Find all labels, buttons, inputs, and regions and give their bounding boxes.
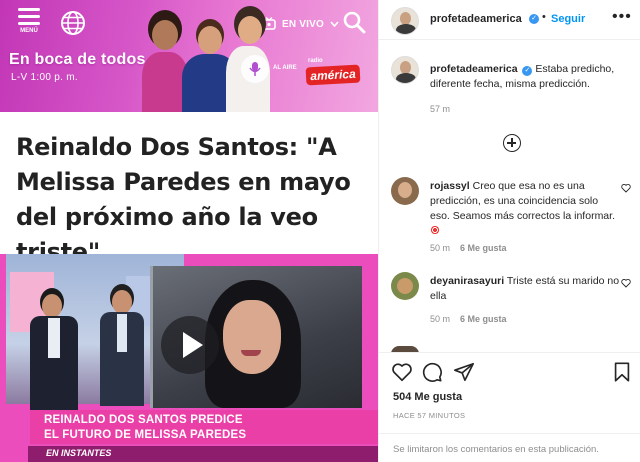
- article-headline: Reinaldo Dos Santos: "A Melissa Paredes …: [16, 133, 351, 266]
- author-username[interactable]: profetadeamerica: [430, 13, 522, 25]
- share-paper-plane-icon[interactable]: [453, 361, 475, 383]
- verified-badge-icon: ✓: [529, 14, 539, 24]
- caption-avatar[interactable]: [391, 56, 419, 84]
- post-caption: profetadeamerica ✓ Estaba predicho, dife…: [379, 52, 640, 122]
- load-more-comments-icon[interactable]: [503, 134, 521, 152]
- follow-button[interactable]: Seguir: [551, 13, 585, 25]
- menu-label: MENÚ: [20, 28, 38, 34]
- like-heart-icon[interactable]: [391, 361, 413, 383]
- post-image[interactable]: MENÚ EN VIVO En boca de todos L-V 1:00 p…: [0, 0, 378, 462]
- menu-icon: [18, 8, 40, 11]
- caption-username[interactable]: profetadeamerica: [430, 63, 518, 75]
- headline-card: Reinaldo Dos Santos: "A Melissa Paredes …: [0, 112, 378, 266]
- author-avatar[interactable]: [391, 7, 419, 35]
- live-button[interactable]: EN VIVO: [262, 12, 339, 36]
- commenter-avatar[interactable]: [391, 272, 419, 300]
- microphone-icon: [249, 62, 261, 76]
- play-icon: [183, 332, 203, 358]
- menu-button[interactable]: MENÚ: [14, 8, 44, 36]
- listen-live-button[interactable]: [241, 55, 269, 83]
- comment-username[interactable]: deyanirasayuri: [430, 275, 504, 287]
- comment-bubble-icon[interactable]: [421, 361, 443, 383]
- news-ticker: REINALDO DOS SANTOS PREDICE EL FUTURO DE…: [0, 410, 378, 462]
- comments-limited-notice: Se limitaron los comentarios en esta pub…: [379, 433, 640, 462]
- post-header: profetadeamerica ✓ • Seguir •••: [379, 0, 640, 40]
- guest-figure: [96, 286, 148, 406]
- likes-count[interactable]: 504 Me gusta: [393, 391, 462, 403]
- ticker-line-1: REINALDO DOS SANTOS PREDICE: [44, 414, 243, 426]
- radio-america-logo[interactable]: radio américa: [305, 58, 361, 86]
- ticker-sub: EN INSTANTES: [46, 448, 112, 458]
- play-button[interactable]: [161, 316, 219, 374]
- post-actions: 504 Me gusta HACE 57 MINUTOS Se limitaro…: [379, 352, 640, 462]
- comment-time[interactable]: 50 m: [430, 243, 450, 253]
- more-options-button[interactable]: •••: [612, 8, 632, 26]
- bookmark-icon[interactable]: [611, 361, 633, 383]
- commenter-avatar[interactable]: [391, 177, 419, 205]
- site-header: MENÚ EN VIVO En boca de todos L-V 1:00 p…: [0, 0, 378, 112]
- live-label: EN VIVO: [282, 18, 324, 30]
- presenter-figure: [24, 292, 84, 412]
- ticker-line-2: EL FUTURO DE MELISSA PAREDES: [44, 429, 247, 441]
- comment-likes[interactable]: 6 Me gusta: [460, 314, 507, 324]
- show-title: En boca de todos: [9, 51, 146, 68]
- comment-likes[interactable]: 6 Me gusta: [460, 243, 507, 253]
- heart-icon[interactable]: [621, 278, 631, 288]
- comment-username[interactable]: rojassyl: [430, 180, 470, 192]
- comment-time[interactable]: 50 m: [430, 314, 450, 324]
- globe-icon[interactable]: [60, 10, 86, 36]
- on-air-label: AL AIRE: [273, 65, 297, 71]
- target-emoji-icon: [430, 225, 440, 235]
- heart-icon[interactable]: [621, 183, 631, 193]
- caption-time[interactable]: 57 m: [430, 104, 450, 114]
- verified-badge-icon: ✓: [522, 66, 533, 76]
- instagram-panel: profetadeamerica ✓ • Seguir ••• profetad…: [378, 0, 640, 462]
- chevron-down-icon: [330, 21, 339, 27]
- comments-limited-text: Se limitaron los comentarios en esta pub…: [393, 444, 599, 455]
- search-icon[interactable]: [342, 10, 366, 34]
- show-time: L-V 1:00 p. m.: [11, 72, 79, 83]
- post-age[interactable]: HACE 57 MINUTOS: [393, 411, 465, 420]
